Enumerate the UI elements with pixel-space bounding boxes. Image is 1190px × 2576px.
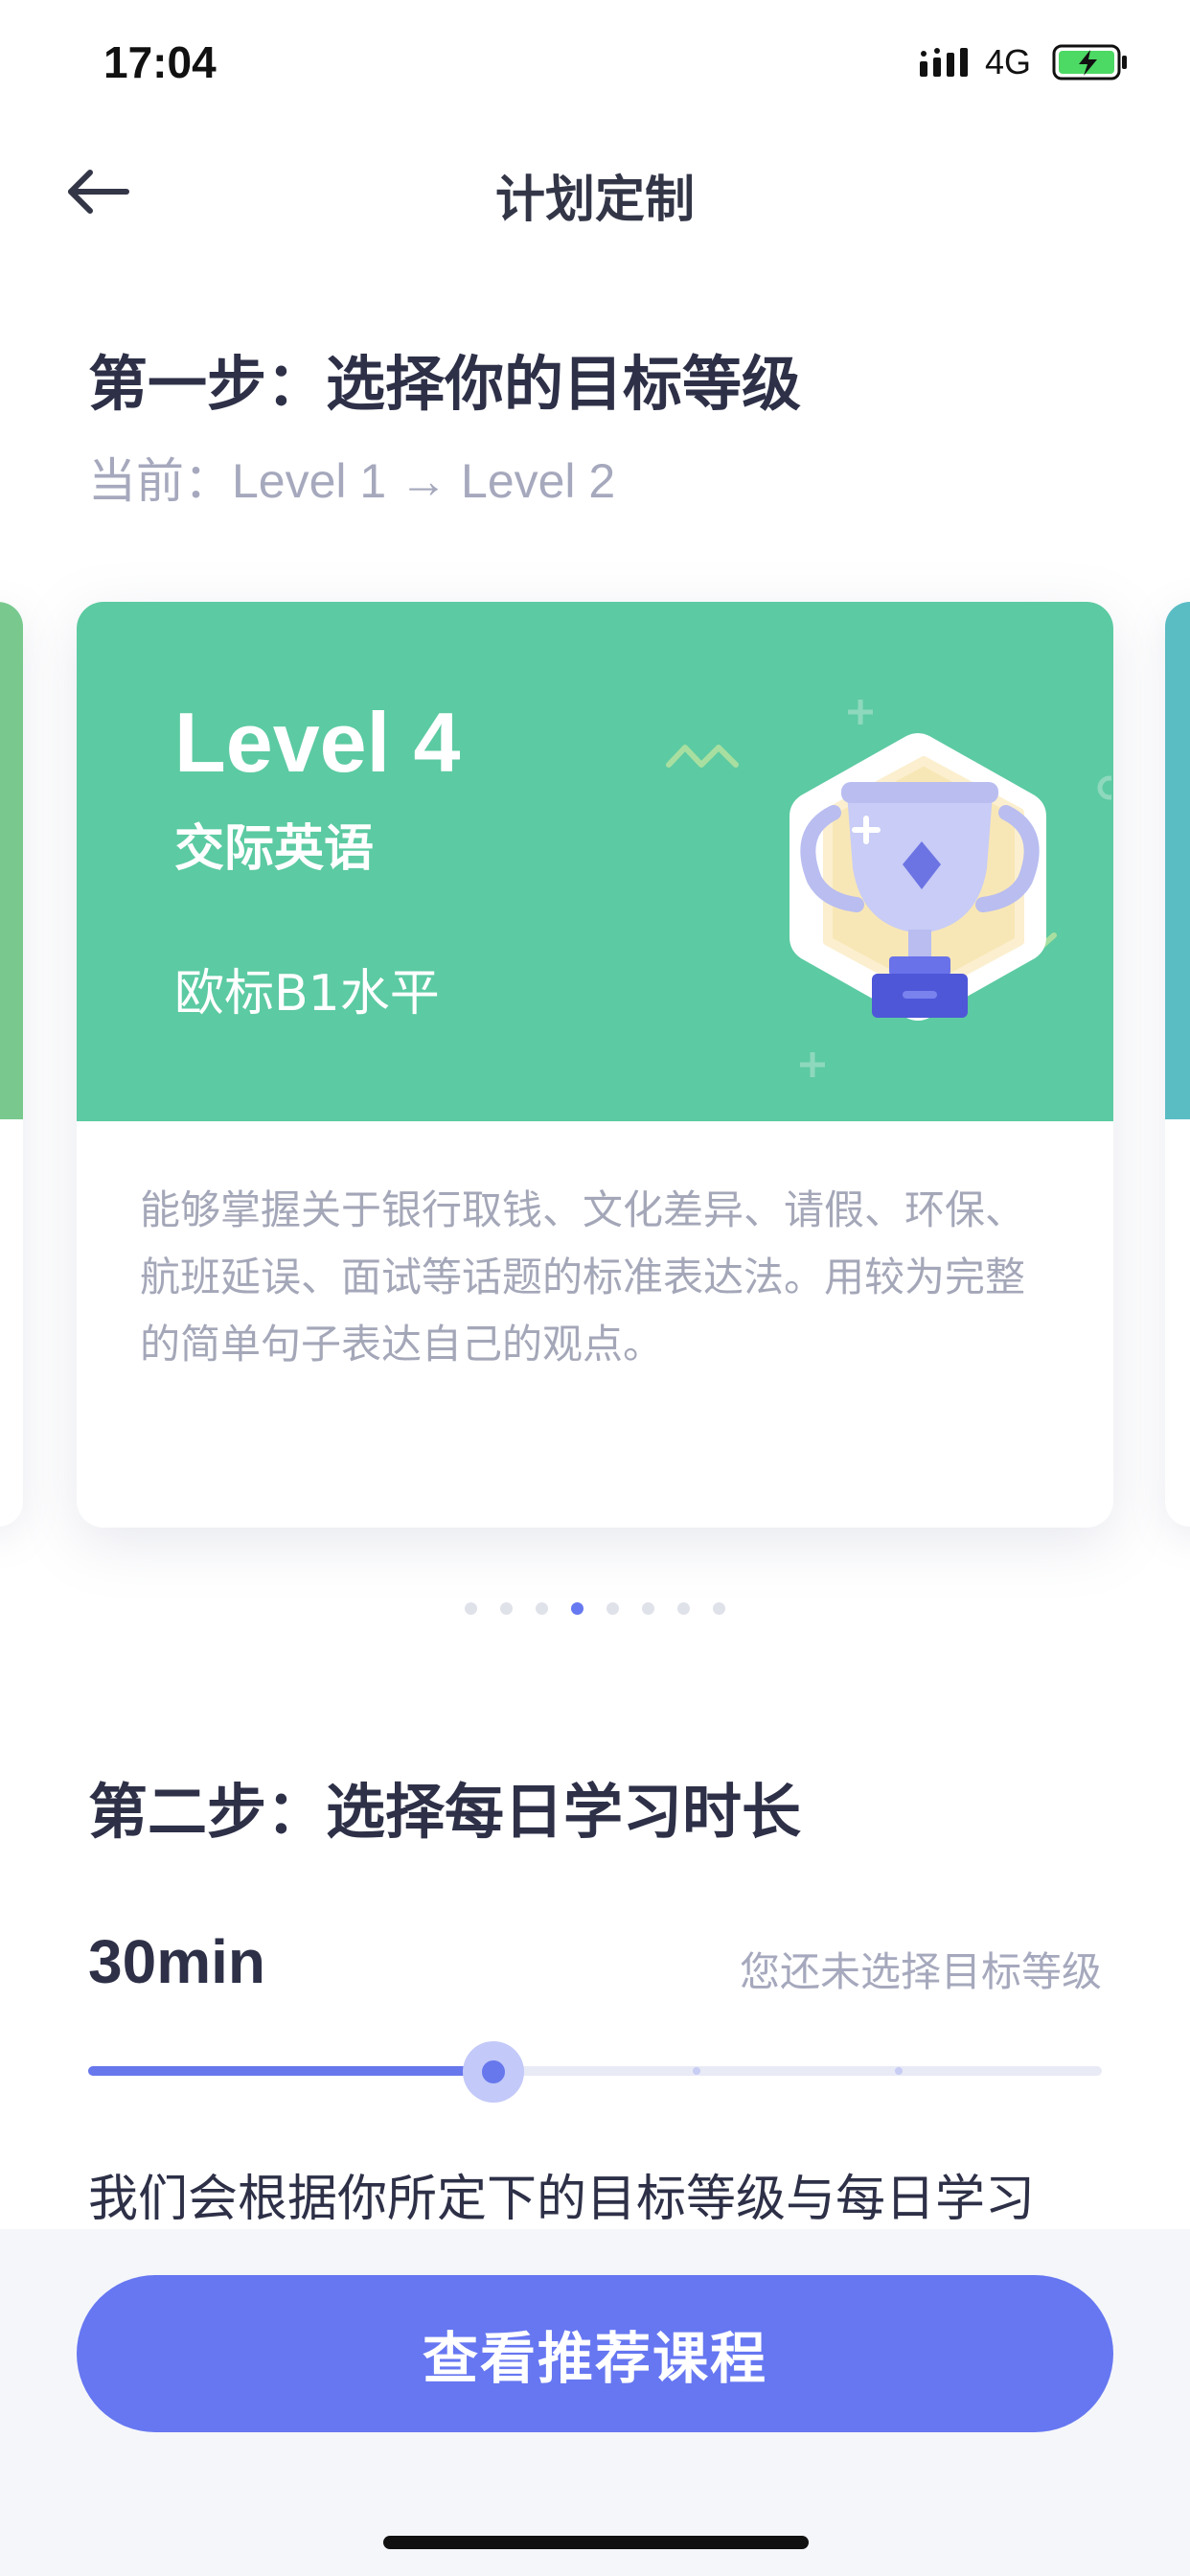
- level-card-active[interactable]: Level 4 交际英语 欧标B1水平 能够掌握关于银行取钱、文化差异、请假、环…: [77, 602, 1113, 1528]
- duration-slider[interactable]: [88, 2041, 1102, 2103]
- home-indicator: [383, 2536, 809, 2549]
- pagination-dot[interactable]: [713, 1602, 725, 1615]
- slider-tick: [692, 2067, 700, 2075]
- level-subtitle: 交际英语: [174, 820, 375, 878]
- network-label: 4G: [985, 42, 1032, 81]
- level-card-previous[interactable]: [0, 602, 23, 1527]
- step1-title: 第一步：选择你的目标等级: [88, 349, 802, 419]
- current-level-label: 当前：Level 1 → Level 2: [88, 454, 616, 508]
- carousel-pagination: [0, 1602, 1190, 1615]
- battery-charging-icon: [1052, 44, 1127, 80]
- signal-icon: [920, 48, 968, 77]
- slider-fill: [88, 2066, 494, 2076]
- pagination-dot[interactable]: [571, 1602, 584, 1615]
- plan-info-text: 我们会根据你所定下的目标等级与每日学习: [88, 2171, 1036, 2228]
- trophy-icon: [666, 700, 1111, 1077]
- view-recommended-courses-button[interactable]: 查看推荐课程: [77, 2275, 1113, 2432]
- duration-value: 30min: [88, 1927, 265, 1996]
- duration-hint: 您还未选择目标等级: [739, 1948, 1102, 1995]
- level-name: Level 4: [174, 695, 461, 790]
- pagination-dot[interactable]: [642, 1602, 654, 1615]
- pagination-dot[interactable]: [536, 1602, 548, 1615]
- level-description: 能够掌握关于银行取钱、文化差异、请假、环保、航班延误、面试等话题的标准表达法。用…: [140, 1186, 1026, 1368]
- pagination-dot[interactable]: [500, 1602, 513, 1615]
- step2-title: 第二步：选择每日学习时长: [88, 1777, 802, 1847]
- level-card-header: Level 4 交际英语 欧标B1水平: [77, 602, 1113, 1121]
- pagination-dot[interactable]: [677, 1602, 690, 1615]
- slider-thumb[interactable]: [463, 2041, 525, 2103]
- level-standard: 欧标B1水平: [174, 965, 440, 1023]
- level-card-next[interactable]: [1165, 602, 1190, 1527]
- pagination-dot[interactable]: [606, 1602, 619, 1615]
- status-bar: 17:04 4G: [0, 0, 1190, 129]
- page-title: 计划定制: [494, 172, 695, 229]
- status-time: 17:04: [103, 37, 217, 87]
- pagination-dot[interactable]: [465, 1602, 477, 1615]
